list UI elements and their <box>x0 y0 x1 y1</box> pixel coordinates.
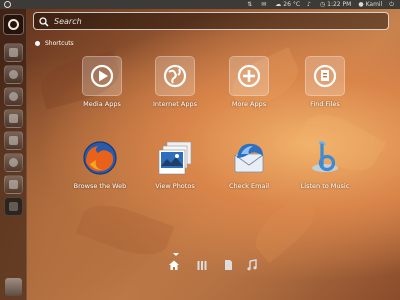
shortcut-find-files[interactable]: Find Files <box>290 56 360 108</box>
wallpaper-leaf <box>75 195 175 265</box>
volume-icon: ♪ <box>307 0 311 8</box>
apps-lens-icon[interactable] <box>196 259 208 271</box>
search-icon <box>39 17 49 27</box>
music-lens-icon[interactable] <box>246 259 258 271</box>
shortcut-label: More Apps <box>231 100 267 108</box>
session-indicator[interactable]: ⏻ <box>389 0 396 8</box>
section-title: Shortcuts <box>45 40 74 47</box>
shortcut-label: Listen to Music <box>300 182 350 190</box>
top-panel: ⇅ ✉ ☁ 26 °C ♪ ◷ 1:22 PM ● Kamil ⏻ <box>0 0 400 9</box>
shortcut-label: Find Files <box>310 100 340 108</box>
clock-indicator[interactable]: ◷ 1:22 PM <box>320 1 351 8</box>
internet-apps-icon <box>163 64 187 88</box>
shortcut-label: Media Apps <box>83 100 121 108</box>
launcher <box>0 9 27 300</box>
trash-icon[interactable] <box>5 278 22 296</box>
shortcut-label: View Photos <box>155 182 195 190</box>
section-dot-icon <box>35 41 40 46</box>
section-header: Shortcuts <box>35 40 74 47</box>
mail-icon: ✉ <box>261 0 267 8</box>
files-icon[interactable] <box>4 43 23 62</box>
ubuntu-logo-icon[interactable] <box>4 1 11 8</box>
disk-icon[interactable] <box>4 65 23 84</box>
clock-icon: ◷ <box>319 0 326 8</box>
photos-icon <box>158 141 192 175</box>
weather-indicator[interactable]: ☁ 26 °C <box>275 1 300 8</box>
weather-icon: ☁ <box>275 0 282 8</box>
updates-icon[interactable] <box>4 131 23 150</box>
settings-icon[interactable] <box>4 153 23 172</box>
shortcut-browse-web[interactable]: Browse the Web <box>65 138 135 190</box>
time-label: 1:22 PM <box>327 1 352 8</box>
shortcut-label: Check Email <box>228 182 270 190</box>
home-lens-icon[interactable] <box>168 259 180 271</box>
search-input[interactable] <box>54 14 384 28</box>
thunderbird-icon <box>234 143 264 173</box>
shortcut-internet-apps[interactable]: Internet Apps <box>140 56 210 108</box>
user-label: Kamil <box>365 1 383 8</box>
power-icon: ⏻ <box>389 0 394 8</box>
media-apps-icon <box>90 64 114 88</box>
more-apps-icon <box>237 64 261 88</box>
wallpaper-leaf <box>246 191 324 264</box>
shortcut-media-apps[interactable]: Media Apps <box>67 56 137 108</box>
dash-button[interactable] <box>3 14 24 35</box>
temperature-label: 26 °C <box>283 1 301 8</box>
shortcut-more-apps[interactable]: More Apps <box>214 56 284 108</box>
user-indicator[interactable]: ● Kamil <box>358 1 382 8</box>
shortcut-label: Internet Apps <box>153 100 197 108</box>
find-files-icon <box>313 64 337 88</box>
mail-app-icon[interactable] <box>4 109 23 128</box>
user-icon: ● <box>358 0 364 8</box>
network-icon: ⇅ <box>247 0 253 8</box>
shortcut-label: Browse the Web <box>73 182 127 190</box>
mail-indicator[interactable]: ✉ <box>261 0 268 8</box>
shortcut-check-email[interactable]: Check Email <box>214 138 284 190</box>
sound-icon[interactable] <box>4 87 23 106</box>
volume-indicator[interactable]: ♪ <box>307 0 313 8</box>
download-icon[interactable] <box>4 175 23 194</box>
shortcut-listen-music[interactable]: Listen to Music <box>290 138 360 190</box>
dash-icon <box>8 19 19 30</box>
search-box <box>33 12 389 30</box>
terminal-icon[interactable] <box>4 197 23 216</box>
firefox-icon <box>83 141 117 175</box>
network-indicator[interactable]: ⇅ <box>247 0 254 8</box>
lens-bar <box>150 255 270 275</box>
shortcut-view-photos[interactable]: View Photos <box>140 138 210 190</box>
banshee-icon <box>312 141 338 172</box>
files-lens-icon[interactable] <box>222 259 234 271</box>
